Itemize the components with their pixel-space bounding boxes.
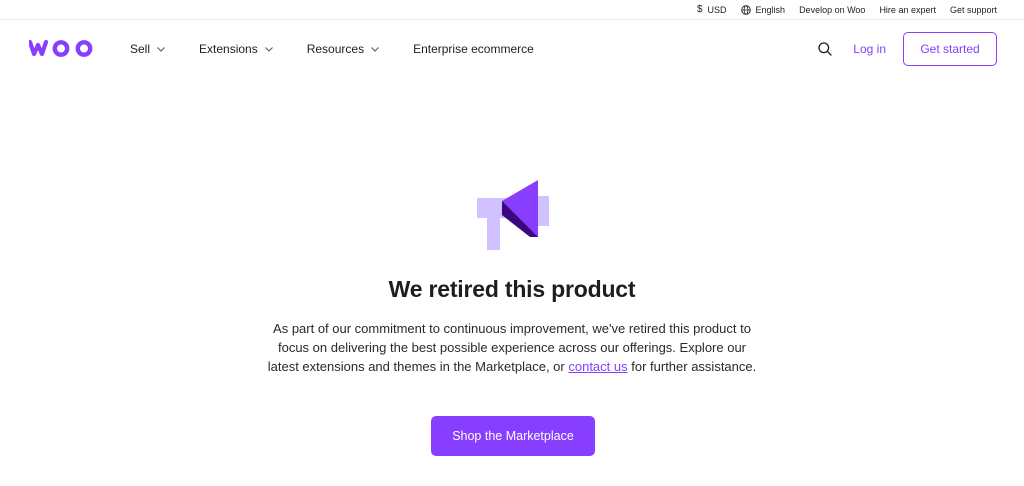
login-link[interactable]: Log in bbox=[853, 42, 886, 56]
nav-item-label: Enterprise ecommerce bbox=[413, 42, 534, 56]
woo-logo-mark bbox=[27, 39, 93, 57]
utility-bar: $ USD English Develop on Woo Hire an exp… bbox=[0, 0, 1024, 20]
get-support-link[interactable]: Get support bbox=[950, 5, 997, 15]
woo-logo[interactable] bbox=[27, 38, 97, 63]
hire-an-expert-link[interactable]: Hire an expert bbox=[879, 5, 936, 15]
develop-label: Develop on Woo bbox=[799, 4, 866, 15]
main-navigation: Sell Extensions Resources Enterprise eco… bbox=[0, 20, 1024, 78]
language-selector[interactable]: English bbox=[740, 4, 786, 15]
page-title: We retired this product bbox=[388, 276, 636, 302]
nav-item-extensions[interactable]: Extensions bbox=[199, 42, 273, 56]
chevron-down-icon bbox=[264, 46, 273, 52]
megaphone-icon bbox=[477, 180, 549, 250]
currency-selector[interactable]: $ USD bbox=[697, 4, 727, 15]
chevron-down-icon bbox=[157, 46, 165, 52]
nav-item-enterprise-ecommerce[interactable]: Enterprise ecommerce bbox=[413, 42, 534, 56]
contact-us-link[interactable]: contact us bbox=[568, 359, 627, 374]
dollar-icon: $ bbox=[696, 4, 703, 15]
nav-item-label: Resources bbox=[306, 42, 365, 56]
nav-item-label: Sell bbox=[130, 42, 151, 56]
search-icon[interactable] bbox=[817, 41, 833, 57]
nav-item-resources[interactable]: Resources bbox=[307, 42, 379, 56]
nav-item-label: Extensions bbox=[199, 42, 258, 56]
chevron-down-icon bbox=[371, 46, 379, 52]
description-text-end: for further assistance. bbox=[627, 359, 757, 374]
develop-on-woo-link[interactable]: Develop on Woo bbox=[799, 5, 865, 15]
retired-description: As part of our commitment to continuous … bbox=[262, 319, 762, 376]
currency-label: USD bbox=[707, 4, 727, 15]
hire-label: Hire an expert bbox=[879, 4, 936, 15]
globe-icon bbox=[740, 4, 751, 15]
language-label: English bbox=[755, 4, 786, 15]
nav-item-sell[interactable]: Sell bbox=[130, 42, 165, 56]
nav-actions: Log in Get started bbox=[817, 32, 997, 66]
shop-marketplace-button[interactable]: Shop the Marketplace bbox=[431, 416, 595, 456]
nav-menu: Sell Extensions Resources Enterprise eco… bbox=[130, 20, 568, 78]
get-started-button[interactable]: Get started bbox=[903, 32, 997, 66]
support-label: Get support bbox=[949, 4, 997, 15]
